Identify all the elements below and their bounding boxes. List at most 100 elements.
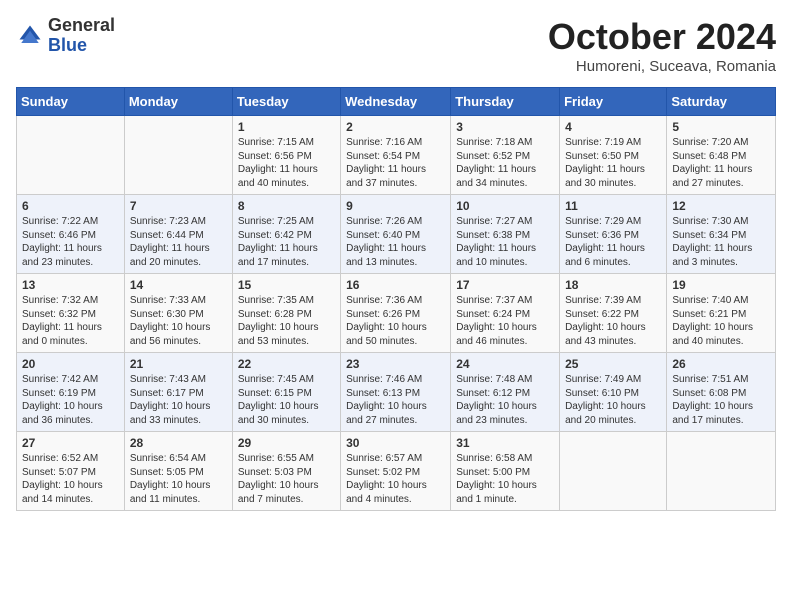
calendar-cell: 10Sunrise: 7:27 AM Sunset: 6:38 PM Dayli… bbox=[451, 195, 560, 274]
calendar-cell: 11 Sunrise: 7:29 AM Sunset: 6:36 PM Dayli… bbox=[560, 195, 667, 274]
day-number: 17 bbox=[456, 278, 554, 292]
calendar-cell: 5 Sunrise: 7:20 AM Sunset: 6:48 PM Daylig… bbox=[667, 116, 776, 195]
logo-text: General Blue bbox=[48, 16, 115, 56]
day-content: Sunrise: 6:52 AM Sunset: 5:07 PM Dayligh… bbox=[22, 452, 119, 506]
calendar-cell: 22 Sunrise: 7:45 AM Sunset: 6:15 PM Dayli… bbox=[232, 353, 340, 432]
day-number: 25 bbox=[565, 357, 661, 371]
calendar-cell: 1Sunrise: 7:15 AM Sunset: 6:56 PM Daylig… bbox=[232, 116, 340, 195]
logo-blue: Blue bbox=[48, 36, 115, 56]
calendar-cell: 18 Sunrise: 7:39 AM Sunset: 6:22 PM Dayli… bbox=[560, 274, 667, 353]
day-number: 24 bbox=[456, 357, 554, 371]
day-content: Sunrise: 7:48 AM Sunset: 6:12 PM Dayligh… bbox=[456, 373, 554, 427]
day-number: 5 bbox=[672, 120, 770, 134]
calendar-header: SundayMondayTuesdayWednesdayThursdayFrid… bbox=[17, 88, 776, 116]
day-content: Sunrise: 7:46 AM Sunset: 6:13 PM Dayligh… bbox=[346, 373, 445, 427]
day-number: 7 bbox=[130, 199, 227, 213]
day-content: Sunrise: 7:16 AM Sunset: 6:54 PM Dayligh… bbox=[346, 136, 445, 190]
calendar-cell bbox=[17, 116, 125, 195]
day-number: 8 bbox=[238, 199, 335, 213]
day-number: 6 bbox=[22, 199, 119, 213]
location: Humoreni, Suceava, Romania bbox=[548, 58, 776, 75]
header-row: SundayMondayTuesdayWednesdayThursdayFrid… bbox=[17, 88, 776, 116]
day-content: Sunrise: 7:19 AM Sunset: 6:50 PM Dayligh… bbox=[565, 136, 661, 190]
week-row-1: 1Sunrise: 7:15 AM Sunset: 6:56 PM Daylig… bbox=[17, 116, 776, 195]
day-content: Sunrise: 7:22 AM Sunset: 6:46 PM Dayligh… bbox=[22, 215, 119, 269]
calendar-cell: 20Sunrise: 7:42 AM Sunset: 6:19 PM Dayli… bbox=[17, 353, 125, 432]
day-number: 29 bbox=[238, 436, 335, 450]
header-day-friday: Friday bbox=[560, 88, 667, 116]
day-content: Sunrise: 7:51 AM Sunset: 6:08 PM Dayligh… bbox=[672, 373, 770, 427]
day-content: Sunrise: 7:40 AM Sunset: 6:21 PM Dayligh… bbox=[672, 294, 770, 348]
day-content: Sunrise: 7:25 AM Sunset: 6:42 PM Dayligh… bbox=[238, 215, 335, 269]
day-content: Sunrise: 6:55 AM Sunset: 5:03 PM Dayligh… bbox=[238, 452, 335, 506]
calendar-cell: 29 Sunrise: 6:55 AM Sunset: 5:03 PM Dayli… bbox=[232, 432, 340, 511]
calendar-cell: 31Sunrise: 6:58 AM Sunset: 5:00 PM Dayli… bbox=[451, 432, 560, 511]
day-number: 21 bbox=[130, 357, 227, 371]
calendar-cell: 19Sunrise: 7:40 AM Sunset: 6:21 PM Dayli… bbox=[667, 274, 776, 353]
day-content: Sunrise: 7:49 AM Sunset: 6:10 PM Dayligh… bbox=[565, 373, 661, 427]
day-number: 18 bbox=[565, 278, 661, 292]
logo: General Blue bbox=[16, 16, 115, 56]
day-number: 3 bbox=[456, 120, 554, 134]
calendar-cell: 27Sunrise: 6:52 AM Sunset: 5:07 PM Dayli… bbox=[17, 432, 125, 511]
day-number: 22 bbox=[238, 357, 335, 371]
day-content: Sunrise: 7:39 AM Sunset: 6:22 PM Dayligh… bbox=[565, 294, 661, 348]
header-day-monday: Monday bbox=[124, 88, 232, 116]
day-content: Sunrise: 7:20 AM Sunset: 6:48 PM Dayligh… bbox=[672, 136, 770, 190]
page-header: General Blue October 2024 Humoreni, Suce… bbox=[16, 16, 776, 75]
day-content: Sunrise: 6:58 AM Sunset: 5:00 PM Dayligh… bbox=[456, 452, 554, 506]
day-content: Sunrise: 7:27 AM Sunset: 6:38 PM Dayligh… bbox=[456, 215, 554, 269]
week-row-4: 20Sunrise: 7:42 AM Sunset: 6:19 PM Dayli… bbox=[17, 353, 776, 432]
day-content: Sunrise: 7:26 AM Sunset: 6:40 PM Dayligh… bbox=[346, 215, 445, 269]
calendar-cell: 21 Sunrise: 7:43 AM Sunset: 6:17 PM Dayli… bbox=[124, 353, 232, 432]
calendar-cell: 24 Sunrise: 7:48 AM Sunset: 6:12 PM Dayli… bbox=[451, 353, 560, 432]
day-content: Sunrise: 7:36 AM Sunset: 6:26 PM Dayligh… bbox=[346, 294, 445, 348]
day-number: 2 bbox=[346, 120, 445, 134]
day-content: Sunrise: 7:37 AM Sunset: 6:24 PM Dayligh… bbox=[456, 294, 554, 348]
calendar-cell: 14Sunrise: 7:33 AM Sunset: 6:30 PM Dayli… bbox=[124, 274, 232, 353]
calendar-cell: 26Sunrise: 7:51 AM Sunset: 6:08 PM Dayli… bbox=[667, 353, 776, 432]
calendar-cell: 9Sunrise: 7:26 AM Sunset: 6:40 PM Daylig… bbox=[341, 195, 451, 274]
calendar-cell: 4Sunrise: 7:19 AM Sunset: 6:50 PM Daylig… bbox=[560, 116, 667, 195]
day-number: 30 bbox=[346, 436, 445, 450]
week-row-5: 27Sunrise: 6:52 AM Sunset: 5:07 PM Dayli… bbox=[17, 432, 776, 511]
day-number: 16 bbox=[346, 278, 445, 292]
day-content: Sunrise: 7:45 AM Sunset: 6:15 PM Dayligh… bbox=[238, 373, 335, 427]
day-number: 15 bbox=[238, 278, 335, 292]
header-day-thursday: Thursday bbox=[451, 88, 560, 116]
header-day-wednesday: Wednesday bbox=[341, 88, 451, 116]
calendar-cell bbox=[124, 116, 232, 195]
calendar-cell: 6 Sunrise: 7:22 AM Sunset: 6:46 PM Daylig… bbox=[17, 195, 125, 274]
calendar-cell bbox=[667, 432, 776, 511]
calendar-cell bbox=[560, 432, 667, 511]
logo-general: General bbox=[48, 16, 115, 36]
header-day-saturday: Saturday bbox=[667, 88, 776, 116]
calendar-cell: 3 Sunrise: 7:18 AM Sunset: 6:52 PM Daylig… bbox=[451, 116, 560, 195]
day-content: Sunrise: 7:29 AM Sunset: 6:36 PM Dayligh… bbox=[565, 215, 661, 269]
day-content: Sunrise: 7:30 AM Sunset: 6:34 PM Dayligh… bbox=[672, 215, 770, 269]
logo-icon bbox=[16, 22, 44, 50]
day-content: Sunrise: 6:54 AM Sunset: 5:05 PM Dayligh… bbox=[130, 452, 227, 506]
calendar-cell: 7 Sunrise: 7:23 AM Sunset: 6:44 PM Daylig… bbox=[124, 195, 232, 274]
day-content: Sunrise: 7:32 AM Sunset: 6:32 PM Dayligh… bbox=[22, 294, 119, 348]
title-block: October 2024 Humoreni, Suceava, Romania bbox=[548, 16, 776, 75]
calendar-cell: 23Sunrise: 7:46 AM Sunset: 6:13 PM Dayli… bbox=[341, 353, 451, 432]
week-row-2: 6 Sunrise: 7:22 AM Sunset: 6:46 PM Daylig… bbox=[17, 195, 776, 274]
day-number: 11 bbox=[565, 199, 661, 213]
day-content: Sunrise: 7:15 AM Sunset: 6:56 PM Dayligh… bbox=[238, 136, 335, 190]
week-row-3: 13Sunrise: 7:32 AM Sunset: 6:32 PM Dayli… bbox=[17, 274, 776, 353]
day-content: Sunrise: 7:43 AM Sunset: 6:17 PM Dayligh… bbox=[130, 373, 227, 427]
header-day-tuesday: Tuesday bbox=[232, 88, 340, 116]
calendar-cell: 15Sunrise: 7:35 AM Sunset: 6:28 PM Dayli… bbox=[232, 274, 340, 353]
calendar-cell: 25 Sunrise: 7:49 AM Sunset: 6:10 PM Dayli… bbox=[560, 353, 667, 432]
day-content: Sunrise: 7:23 AM Sunset: 6:44 PM Dayligh… bbox=[130, 215, 227, 269]
header-day-sunday: Sunday bbox=[17, 88, 125, 116]
calendar-cell: 12Sunrise: 7:30 AM Sunset: 6:34 PM Dayli… bbox=[667, 195, 776, 274]
day-content: Sunrise: 7:18 AM Sunset: 6:52 PM Dayligh… bbox=[456, 136, 554, 190]
calendar-cell: 16 Sunrise: 7:36 AM Sunset: 6:26 PM Dayli… bbox=[341, 274, 451, 353]
day-number: 20 bbox=[22, 357, 119, 371]
calendar-cell: 2 Sunrise: 7:16 AM Sunset: 6:54 PM Daylig… bbox=[341, 116, 451, 195]
calendar-cell: 28 Sunrise: 6:54 AM Sunset: 5:05 PM Dayli… bbox=[124, 432, 232, 511]
day-number: 28 bbox=[130, 436, 227, 450]
calendar-cell: 8 Sunrise: 7:25 AM Sunset: 6:42 PM Daylig… bbox=[232, 195, 340, 274]
